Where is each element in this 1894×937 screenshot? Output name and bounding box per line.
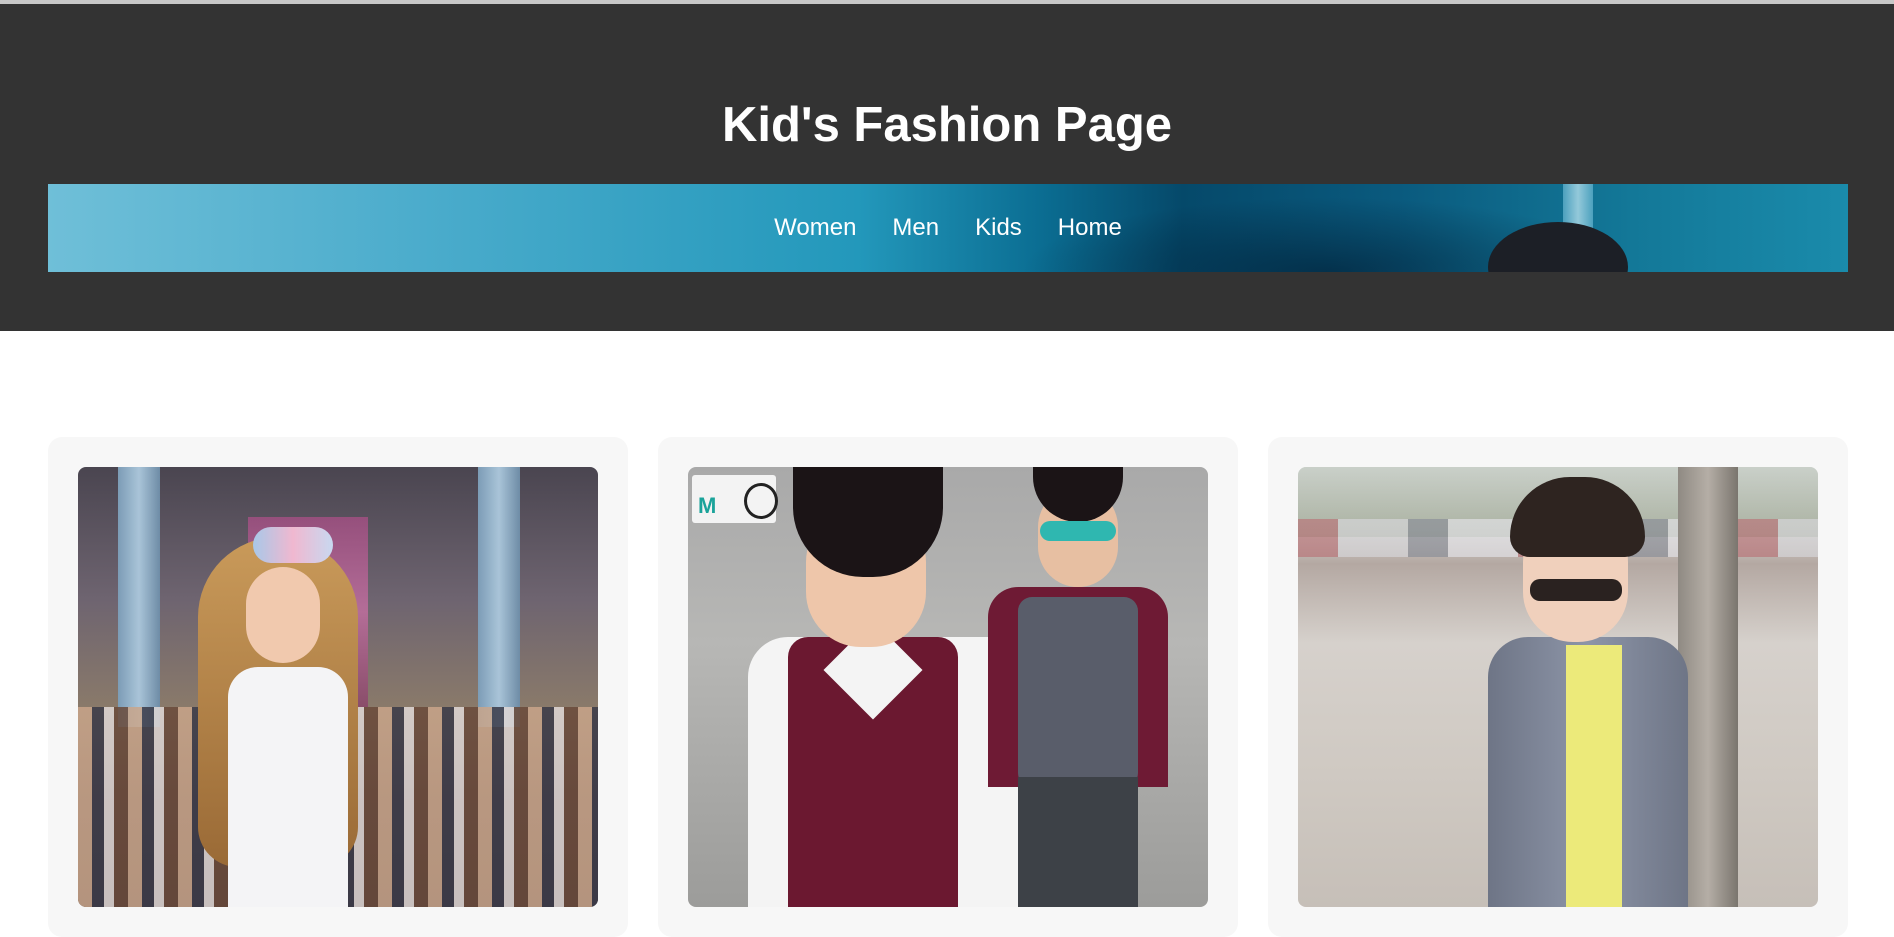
- nav-link-kids[interactable]: Kids: [957, 184, 1040, 272]
- nav-link-men[interactable]: Men: [874, 184, 957, 272]
- site-header: Kid's Fashion Page Women Men Kids Home: [0, 4, 1894, 331]
- nav-links: Women Men Kids Home: [48, 184, 1848, 272]
- girl-runway-photo[interactable]: [78, 467, 598, 907]
- nav-banner: Women Men Kids Home: [48, 184, 1848, 272]
- product-card[interactable]: [1268, 437, 1848, 937]
- two-boys-vest-photo[interactable]: M: [688, 467, 1208, 907]
- boy-sunglasses-photo[interactable]: [1298, 467, 1818, 907]
- page-title: Kid's Fashion Page: [721, 98, 1173, 152]
- product-cards: M: [48, 437, 1848, 937]
- product-card[interactable]: [48, 437, 628, 937]
- nav-link-home[interactable]: Home: [1040, 184, 1140, 272]
- product-card[interactable]: M: [658, 437, 1238, 937]
- brand-logo-icon: M: [692, 475, 778, 523]
- nav-link-women[interactable]: Women: [756, 184, 874, 272]
